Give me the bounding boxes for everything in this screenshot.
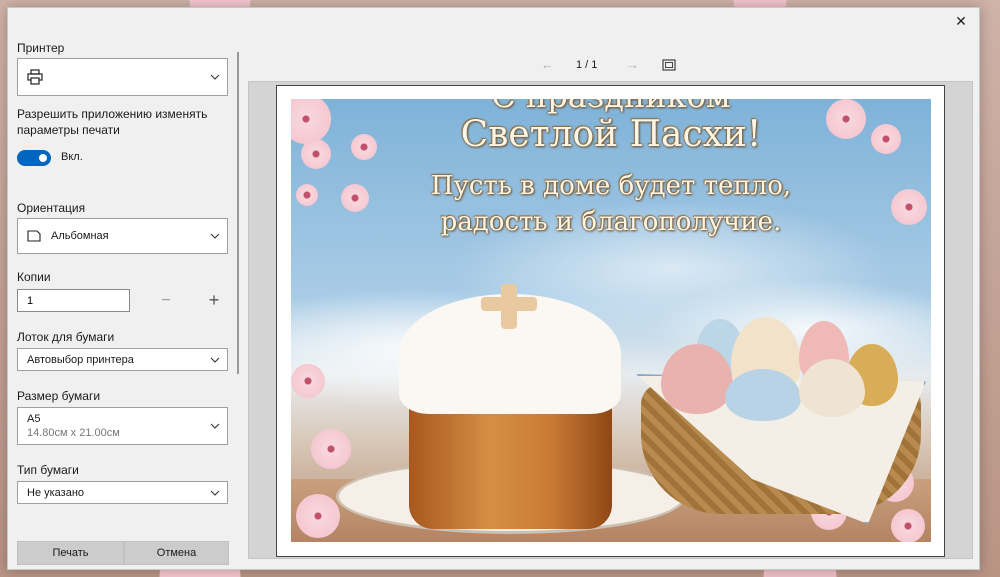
page-navigation: ← 1 / 1 →	[538, 57, 688, 74]
chevron-down-icon	[210, 74, 220, 80]
card-subtitle-line2: радость и благополучие.	[440, 207, 782, 237]
copies-label: Копии	[17, 270, 51, 284]
tray-select[interactable]: Автовыбор принтера	[17, 348, 228, 371]
orientation-value: Альбомная	[51, 230, 109, 242]
easter-egg	[799, 359, 865, 417]
printer-icon	[27, 69, 43, 85]
decrement-button[interactable]: −	[156, 289, 176, 312]
orientation-select[interactable]: Альбомная	[17, 218, 228, 254]
chevron-down-icon	[210, 490, 220, 496]
tray-label: Лоток для бумаги	[17, 330, 115, 344]
card-subtitle-line1: Пусть в доме будет тепло,	[430, 171, 792, 201]
chevron-down-icon	[210, 423, 220, 429]
page-landscape-icon	[27, 229, 41, 243]
blossom-decoration	[291, 364, 325, 398]
printer-label: Принтер	[17, 41, 65, 55]
tray-value: Автовыбор принтера	[27, 353, 134, 366]
blossom-decoration	[296, 494, 340, 538]
allow-app-toggle[interactable]	[17, 150, 51, 166]
copies-input[interactable]: 1	[17, 289, 130, 312]
paper-size-select[interactable]: A5 14.80см x 21.00см	[17, 407, 228, 445]
cross-decoration	[481, 297, 537, 311]
paper-size-label: Размер бумаги	[17, 389, 101, 403]
close-button[interactable]: ✕	[949, 10, 973, 32]
printer-select[interactable]	[17, 58, 228, 96]
print-button[interactable]: Печать	[17, 541, 124, 565]
blossom-decoration	[891, 509, 925, 542]
paper-type-select[interactable]: Не указано	[17, 481, 228, 504]
fit-page-icon[interactable]	[662, 59, 676, 74]
easter-card-image: С праздником Светлой Пасхи! Пусть в доме…	[291, 99, 931, 542]
paper-type-value: Не указано	[27, 486, 85, 499]
orientation-label: Ориентация	[17, 201, 86, 215]
cancel-button[interactable]: Отмена	[124, 541, 229, 565]
card-title-line1: С праздником	[291, 99, 931, 115]
easter-egg	[725, 369, 801, 421]
blossom-decoration	[311, 429, 351, 469]
allow-app-label-1: Разрешить приложению изменять	[17, 107, 208, 121]
settings-panel: Принтер Разрешить приложению изменять па…	[17, 38, 232, 565]
chevron-down-icon	[210, 233, 220, 239]
toggle-state-label: Вкл.	[61, 151, 83, 163]
preview-page: С праздником Светлой Пасхи! Пусть в доме…	[276, 85, 945, 557]
increment-button[interactable]: +	[204, 289, 224, 312]
allow-app-label-2: параметры печати	[17, 123, 120, 137]
paper-size-value: A5	[27, 413, 41, 425]
prev-page-icon[interactable]: ←	[541, 57, 554, 72]
print-preview-area: С праздником Светлой Пасхи! Пусть в доме…	[248, 81, 973, 559]
card-title-line2: Светлой Пасхи!	[460, 114, 762, 155]
page-indicator: 1 / 1	[576, 59, 598, 71]
print-dialog: ✕ Принтер Разрешить приложению изменять …	[7, 7, 980, 570]
paper-type-label: Тип бумаги	[17, 463, 79, 477]
settings-scrollbar[interactable]	[237, 52, 239, 374]
paper-size-dims: 14.80см x 21.00см	[27, 427, 120, 439]
close-icon: ✕	[955, 12, 967, 29]
chevron-down-icon	[210, 357, 220, 363]
next-page-icon[interactable]: →	[626, 57, 639, 72]
